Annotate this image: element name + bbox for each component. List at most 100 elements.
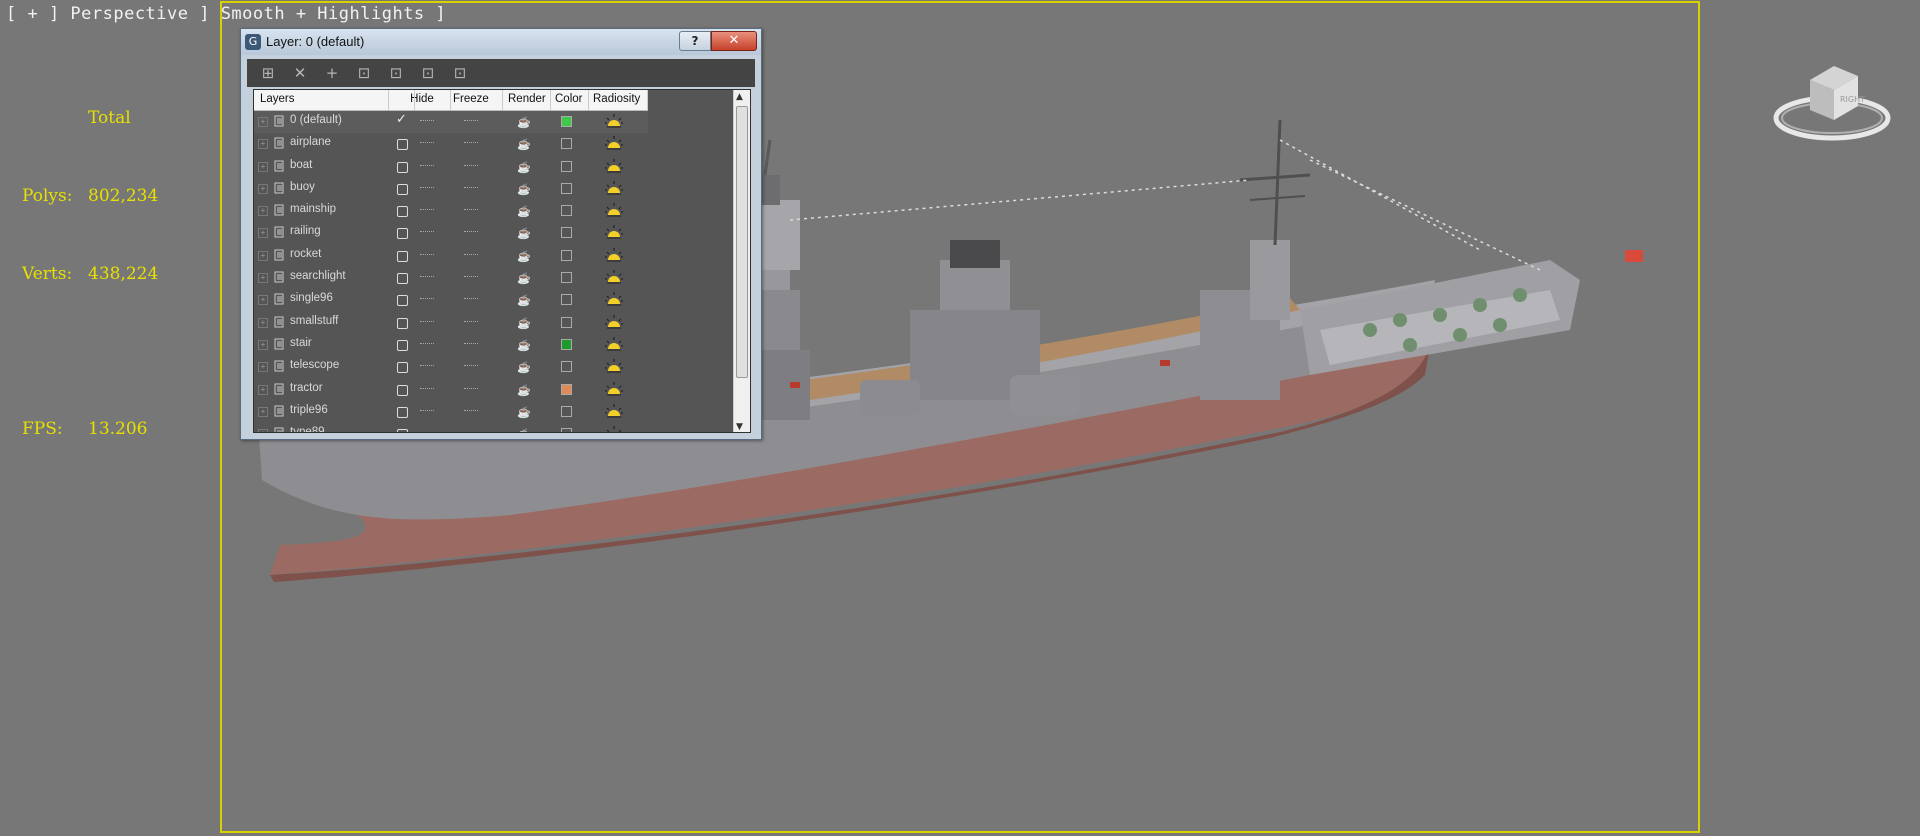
radiosity-sun-icon[interactable] [605, 113, 623, 129]
delete-layer-button[interactable]: ✕ [287, 62, 313, 84]
radiosity-sun-icon[interactable] [605, 202, 623, 218]
layer-list[interactable]: Layers Hide Freeze Render Color Radiosit… [253, 89, 751, 433]
current-layer-check-icon[interactable]: ✓ [396, 111, 407, 127]
freeze-toggle[interactable] [464, 298, 478, 300]
layer-color-swatch[interactable] [561, 116, 572, 127]
hide-toggle[interactable] [420, 365, 434, 367]
expand-toggle-icon[interactable]: + [258, 228, 268, 239]
column-header-render[interactable]: Render [508, 93, 546, 105]
render-teapot-icon[interactable]: ☕ [517, 227, 531, 240]
radiosity-sun-icon[interactable] [605, 224, 623, 240]
layer-row[interactable]: + smallstuff ☕ [254, 312, 648, 334]
layer-row[interactable]: + stair ☕ [254, 334, 648, 356]
hide-toggle[interactable] [420, 164, 434, 167]
layer-row[interactable]: + single96 ☕ [254, 289, 648, 311]
layer-name[interactable]: stair [290, 337, 312, 349]
expand-toggle-icon[interactable]: + [258, 295, 268, 306]
layer-row[interactable]: + mainship ☕ [254, 200, 648, 222]
expand-toggle-icon[interactable]: + [258, 250, 268, 261]
render-teapot-icon[interactable]: ☕ [517, 339, 531, 352]
set-current-layer-toggle[interactable] [397, 295, 408, 307]
column-header-radiosity[interactable]: Radiosity [593, 93, 640, 105]
column-header-layers[interactable]: Layers [260, 93, 295, 105]
set-current-layer-toggle[interactable] [397, 228, 408, 240]
layer-color-swatch[interactable] [561, 405, 572, 417]
scroll-down-icon[interactable]: ▼ [736, 422, 743, 432]
layer-name[interactable]: single96 [290, 292, 333, 304]
list-scrollbar[interactable]: ▲ ▼ [733, 90, 750, 432]
layer-color-swatch[interactable] [561, 316, 572, 328]
set-current-layer-toggle[interactable] [397, 161, 408, 173]
radiosity-sun-icon[interactable] [605, 314, 623, 330]
hide-toggle[interactable] [420, 186, 434, 189]
layer-row[interactable]: + tractor ☕ [254, 379, 648, 401]
freeze-toggle[interactable] [464, 276, 478, 278]
layer-row[interactable]: + buoy ☕ [254, 178, 648, 200]
freeze-toggle[interactable] [464, 231, 478, 233]
layer-name[interactable]: telescope [290, 359, 339, 371]
layer-color-swatch[interactable] [561, 205, 572, 217]
layer-color-swatch[interactable] [561, 138, 572, 150]
render-teapot-icon[interactable]: ☕ [517, 272, 531, 285]
viewport-label-menu[interactable]: [ + ] Perspective ] Smooth + Highlights … [6, 4, 446, 24]
column-header-freeze[interactable]: Freeze [453, 93, 489, 105]
set-current-layer-toggle[interactable] [397, 429, 408, 432]
layer-row[interactable]: + type89 ☕ [254, 423, 648, 433]
help-button[interactable]: ? [679, 31, 711, 51]
layer-name[interactable]: type89 [290, 426, 325, 432]
highlight-selected-layer-button[interactable]: ⊡ [383, 62, 409, 84]
select-objects-in-layer-button[interactable]: ⊡ [351, 62, 377, 84]
layer-name[interactable]: rocket [290, 248, 321, 260]
layer-row[interactable]: + triple96 ☕ [254, 401, 648, 423]
dialog-titlebar[interactable]: G Layer: 0 (default) ? ✕ [241, 29, 761, 55]
expand-toggle-icon[interactable]: + [258, 384, 268, 395]
render-teapot-icon[interactable]: ☕ [517, 361, 531, 374]
layer-color-swatch[interactable] [561, 383, 572, 395]
layer-name[interactable]: tractor [290, 382, 323, 394]
freeze-toggle[interactable] [464, 186, 478, 189]
hide-toggle[interactable] [420, 409, 434, 412]
layer-row[interactable]: +0 (default) ✓ ☕ [254, 111, 648, 134]
render-teapot-icon[interactable]: ☕ [517, 205, 531, 218]
column-header-color[interactable]: Color [555, 93, 582, 105]
layer-color-swatch[interactable] [561, 428, 572, 432]
scroll-thumb[interactable] [736, 106, 748, 378]
freeze-toggle[interactable] [464, 253, 478, 256]
render-teapot-icon[interactable]: ☕ [517, 138, 531, 151]
radiosity-sun-icon[interactable] [605, 425, 623, 433]
layer-color-swatch[interactable] [561, 227, 572, 239]
freeze-toggle[interactable] [464, 432, 478, 433]
render-teapot-icon[interactable]: ☕ [517, 250, 531, 263]
layer-color-swatch[interactable] [561, 160, 572, 172]
render-teapot-icon[interactable]: ☕ [517, 294, 531, 307]
hide-toggle[interactable] [420, 142, 434, 144]
freeze-toggle[interactable] [464, 342, 478, 345]
hide-toggle[interactable] [420, 253, 434, 256]
layer-color-swatch[interactable] [561, 182, 572, 194]
hide-toggle[interactable] [420, 298, 434, 300]
set-current-layer-toggle[interactable] [397, 139, 408, 151]
render-teapot-icon[interactable]: ☕ [517, 317, 531, 330]
layer-row[interactable]: + boat ☕ [254, 156, 648, 178]
layer-name[interactable]: triple96 [290, 404, 328, 416]
layer-name[interactable]: buoy [290, 181, 315, 193]
layer-name[interactable]: boat [290, 159, 312, 171]
layer-name[interactable]: mainship [290, 203, 336, 215]
layer-color-swatch[interactable] [561, 272, 572, 284]
set-current-layer-toggle[interactable] [397, 183, 408, 195]
expand-toggle-icon[interactable]: + [258, 362, 268, 373]
freeze-unfreeze-all-button[interactable]: ⊡ [447, 62, 473, 84]
hide-unhide-all-button[interactable]: ⊡ [415, 62, 441, 84]
render-teapot-icon[interactable]: ☕ [517, 161, 531, 174]
hide-toggle[interactable] [420, 231, 434, 233]
layer-color-swatch[interactable] [561, 294, 572, 306]
freeze-toggle[interactable] [464, 387, 478, 390]
hide-toggle[interactable] [420, 209, 434, 211]
layer-row[interactable]: + airplane ☕ [254, 133, 648, 155]
hide-toggle[interactable] [420, 120, 434, 122]
expand-toggle-icon[interactable]: + [258, 161, 268, 172]
add-selection-to-layer-button[interactable]: + [319, 62, 345, 84]
layer-name[interactable]: 0 (default) [290, 114, 342, 126]
layer-name[interactable]: airplane [290, 136, 331, 148]
radiosity-sun-icon[interactable] [605, 336, 623, 352]
